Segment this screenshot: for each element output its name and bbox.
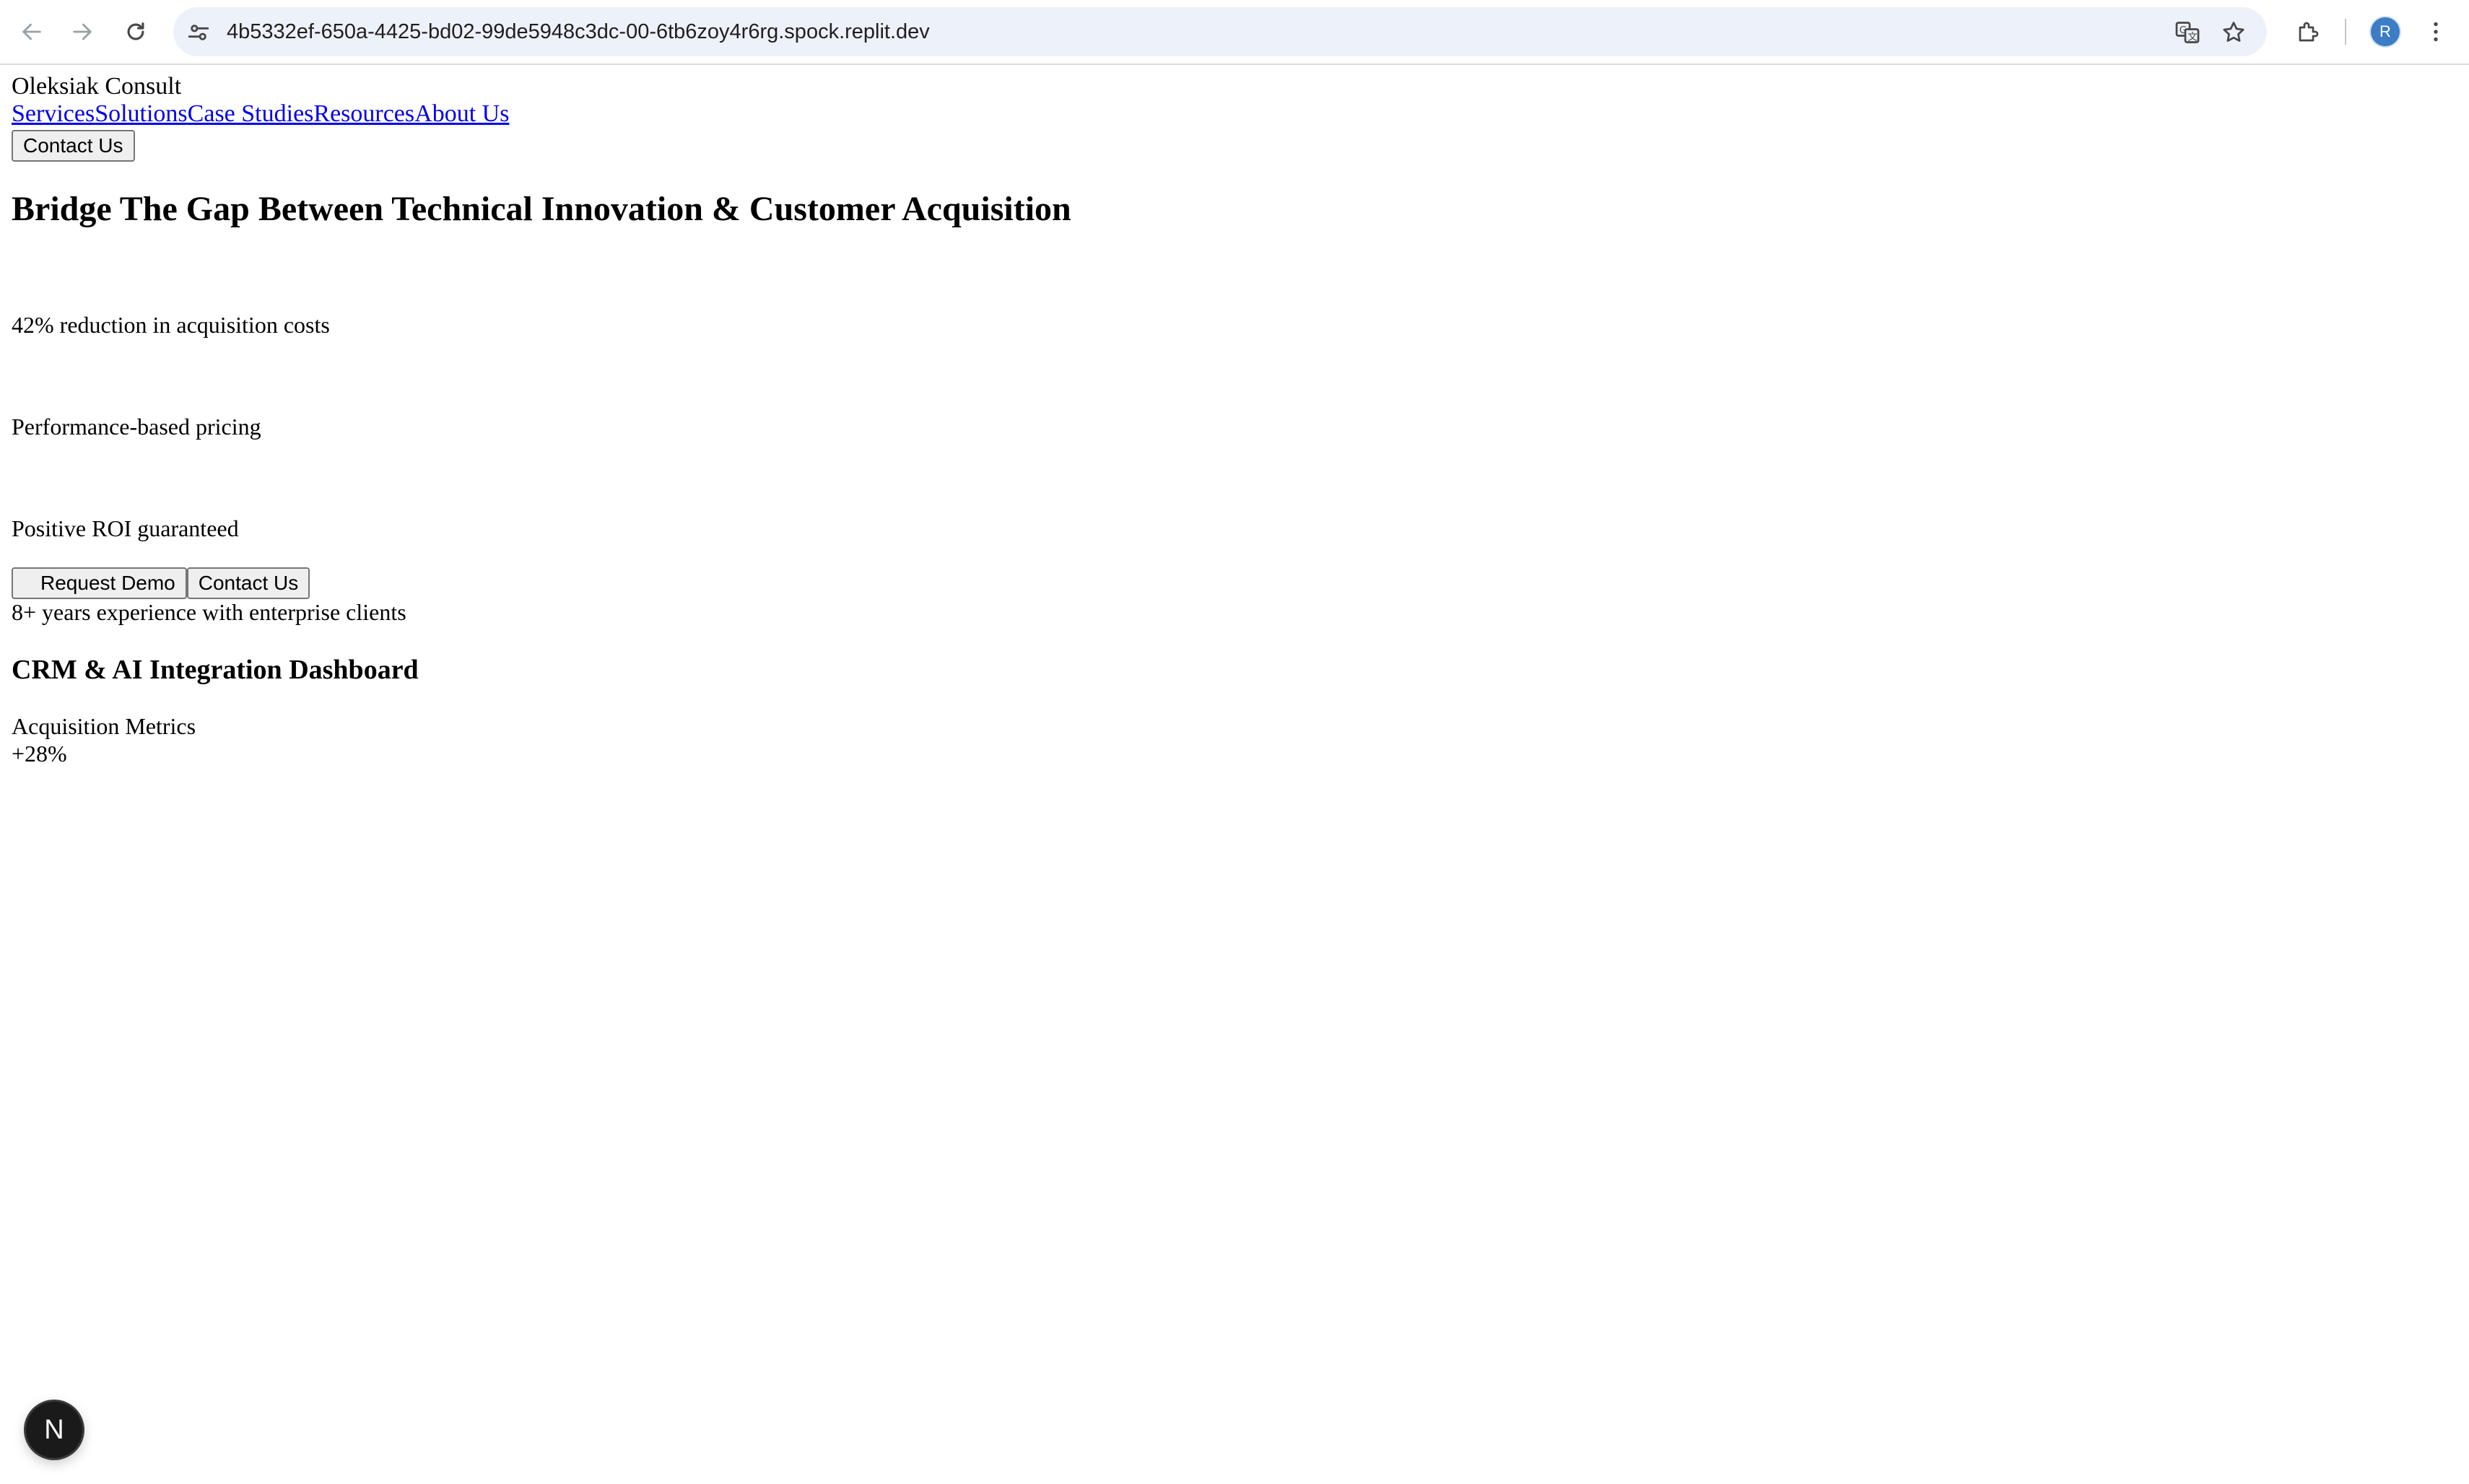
address-bar[interactable]: 4b5332ef-650a-4425-bd02-99de5948c3dc-00-… <box>173 7 2267 56</box>
back-button[interactable] <box>16 16 48 48</box>
puzzle-piece-icon <box>2299 22 2319 42</box>
feature-item: Performance-based pricing <box>12 414 261 440</box>
feature-item: Positive ROI guaranteed <box>12 515 239 541</box>
metric-value: +28% <box>12 741 67 767</box>
url-text[interactable]: 4b5332ef-650a-4425-bd02-99de5948c3dc-00-… <box>227 7 930 56</box>
site-settings-icon[interactable] <box>186 20 211 45</box>
bookmark-star-icon[interactable] <box>2221 19 2247 45</box>
main-nav: ServicesSolutionsCase StudiesResourcesAb… <box>12 100 2452 128</box>
request-demo-button[interactable]: Request Demo <box>12 567 187 599</box>
next-dev-badge[interactable]: N <box>26 1402 82 1458</box>
feature-item: 42% reduction in acquisition costs <box>12 312 330 338</box>
nav-link-resources[interactable]: Resources <box>313 100 414 127</box>
brand-name: Oleksiak Consult <box>12 73 182 100</box>
browser-toolbar: 4b5332ef-650a-4425-bd02-99de5948c3dc-00-… <box>0 0 2469 65</box>
forward-button[interactable] <box>66 16 98 48</box>
nav-link-services[interactable]: Services <box>12 100 95 127</box>
dashboard-title: CRM & AI Integration Dashboard <box>12 655 419 685</box>
arrow-left-icon <box>22 23 41 40</box>
more-vertical-icon <box>2434 22 2438 42</box>
experience-text: 8+ years experience with enterprise clie… <box>12 599 406 625</box>
nav-link-solutions[interactable]: Solutions <box>95 100 187 127</box>
reload-button[interactable] <box>120 16 152 48</box>
translate-icon[interactable]: G 文 <box>2174 19 2200 45</box>
nav-link-about-us[interactable]: About Us <box>414 100 509 127</box>
hero-title: Bridge The Gap Between Technical Innovat… <box>12 190 1071 228</box>
reload-icon <box>127 22 144 40</box>
profile-avatar[interactable]: R <box>2371 17 2400 46</box>
nav-link-case-studies[interactable]: Case Studies <box>188 100 314 127</box>
hero-contact-button[interactable]: Contact Us <box>186 567 310 599</box>
page-content: Oleksiak Consult ServicesSolutionsCase S… <box>12 72 2452 767</box>
metric-label: Acquisition Metrics <box>12 713 196 739</box>
svg-text:文: 文 <box>2187 32 2198 43</box>
browser-menu-button[interactable] <box>2420 16 2452 48</box>
extensions-button[interactable] <box>2293 16 2325 48</box>
toolbar-divider <box>2345 19 2346 45</box>
arrow-right-icon <box>73 23 92 40</box>
cta-buttons: Request Demo Contact Us <box>12 567 310 599</box>
header-contact-button[interactable]: Contact Us <box>12 130 135 162</box>
